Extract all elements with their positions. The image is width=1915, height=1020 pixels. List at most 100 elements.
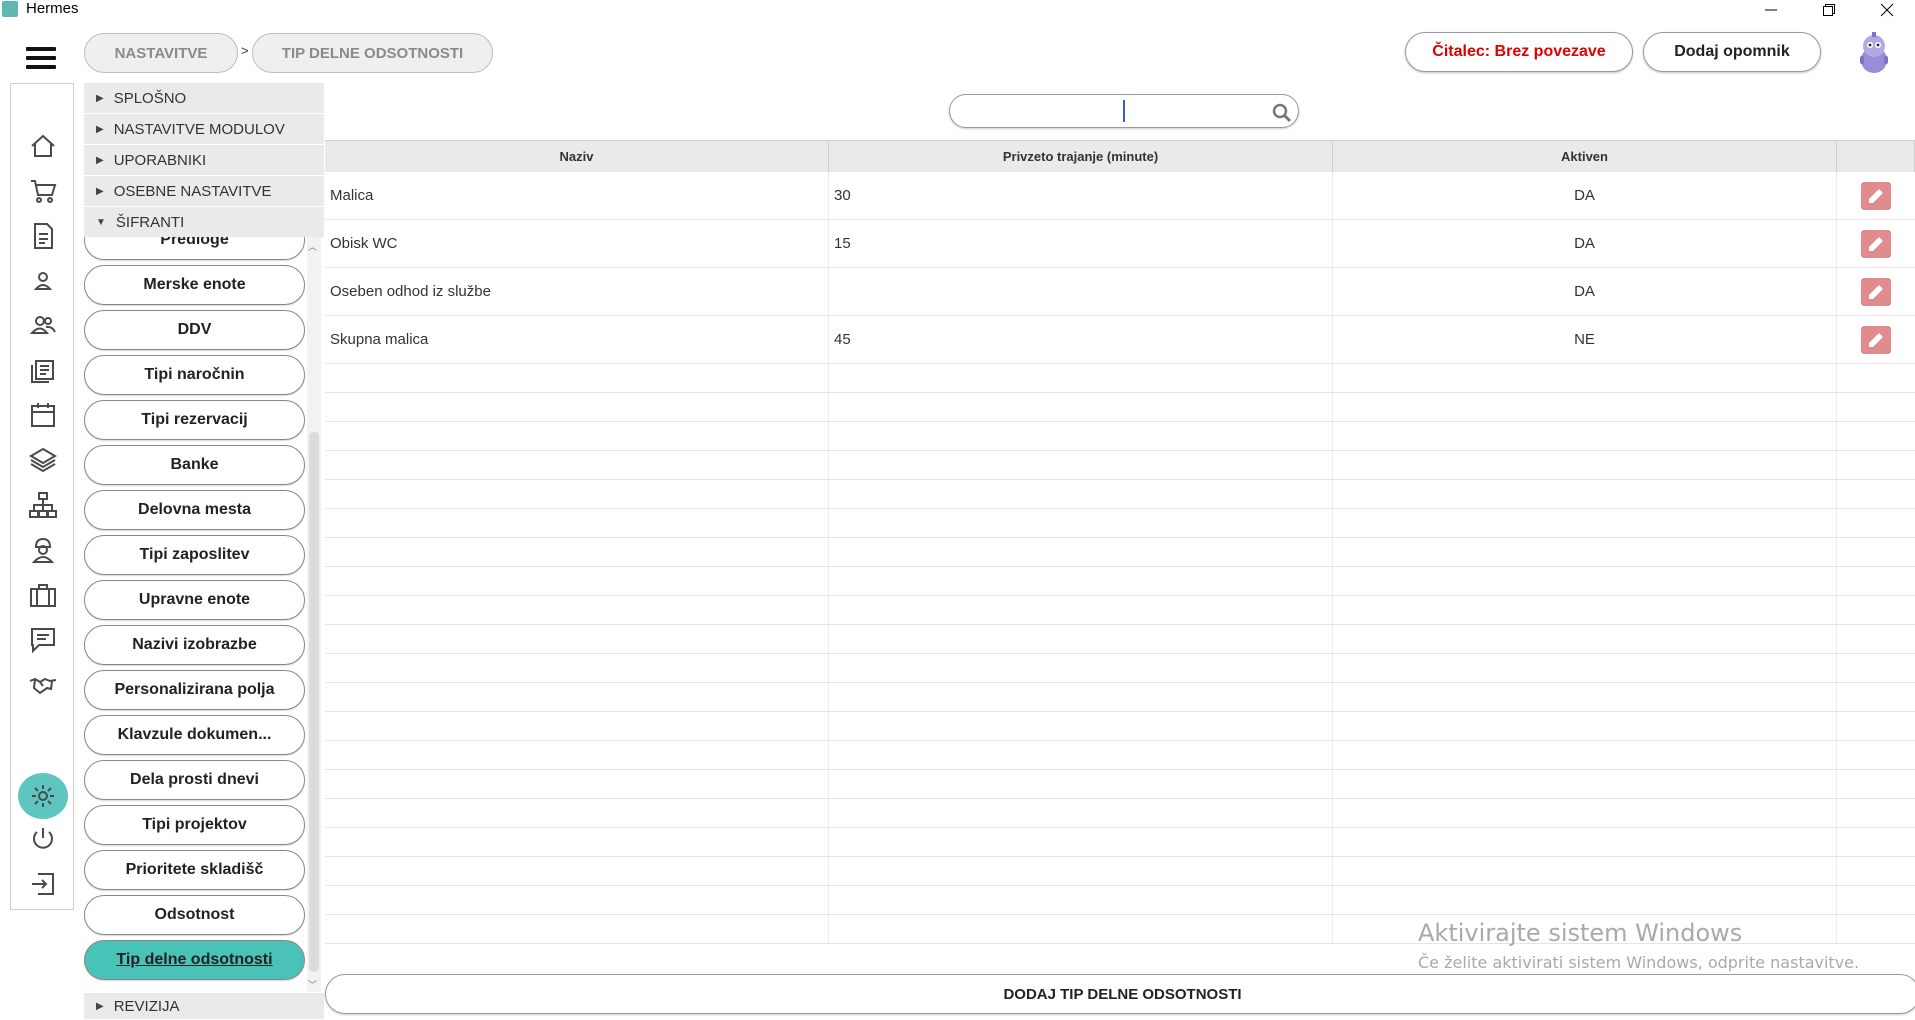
close-icon[interactable] [1858, 0, 1915, 20]
codebook-item[interactable]: Tipi zaposlitev [84, 535, 305, 575]
expand-triangle-icon: ▶ [96, 154, 104, 166]
edit-button[interactable] [1861, 277, 1891, 306]
expand-triangle-icon: ▶ [96, 92, 104, 104]
empty-table-row [325, 654, 1915, 683]
tree-section-label: NASTAVITVE MODULOV [113, 120, 285, 138]
empty-table-row [325, 422, 1915, 451]
cell-name: Oseben odhod iz službe [325, 268, 829, 315]
empty-table-row [325, 683, 1915, 712]
cell-duration: 15 [829, 220, 1333, 267]
codebook-item[interactable]: Predloge [84, 237, 305, 260]
windows-activation-watermark-title: Aktivirajte sistem Windows [1418, 919, 1743, 947]
pencil-icon [1869, 332, 1883, 347]
codebook-item[interactable]: Personalizirana polja [84, 670, 305, 710]
pencil-icon [1869, 188, 1883, 203]
cell-active: DA [1333, 220, 1837, 267]
codebook-item[interactable]: Upravne enote [84, 580, 305, 620]
empty-table-row [325, 596, 1915, 625]
power-icon[interactable] [26, 822, 60, 856]
tree-section-label: ŠIFRANTI [115, 213, 185, 231]
edit-button[interactable] [1861, 325, 1891, 354]
table-row[interactable]: Oseben odhod iz službe DA [325, 268, 1915, 316]
column-header-duration[interactable]: Privzeto trajanje (minute) [829, 141, 1333, 172]
chat-icon[interactable] [26, 623, 60, 657]
codebook-item[interactable]: Nazivi izobrazbe [84, 625, 305, 665]
minimize-icon[interactable] [1742, 0, 1800, 20]
empty-table-row [325, 741, 1915, 770]
cell-actions [1837, 220, 1915, 267]
table-row[interactable]: Malica 30 DA [325, 172, 1915, 220]
codebook-item[interactable]: Merske enote [84, 265, 305, 305]
codebook-item[interactable]: Tipi naročnin [84, 355, 305, 395]
column-header-actions [1837, 141, 1915, 172]
scroll-up-icon[interactable]: ︿ [308, 240, 317, 253]
hamburger-menu-icon[interactable] [26, 47, 58, 69]
table-row[interactable]: Skupna malica 45 NE [325, 316, 1915, 364]
cell-actions [1837, 172, 1915, 219]
calendar-icon[interactable] [26, 398, 60, 432]
avatar[interactable] [1854, 30, 1894, 74]
table-row[interactable]: Obisk WC 15 DA [325, 220, 1915, 268]
reader-status-button[interactable]: Čitalec: Brez povezave [1405, 32, 1633, 72]
codebook-item[interactable]: DDV [84, 310, 305, 350]
tree-section-general[interactable]: ▶ SPLOŠNO [84, 83, 324, 114]
codebook-item[interactable]: Tipi rezervacij [84, 400, 305, 440]
home-icon[interactable] [26, 129, 60, 163]
cell-duration [829, 268, 1333, 315]
edit-button[interactable] [1861, 229, 1891, 258]
restore-icon[interactable] [1800, 0, 1858, 20]
codebook-item[interactable]: Banke [84, 445, 305, 485]
tree-section-users[interactable]: ▶ UPORABNIKI [84, 145, 324, 176]
network-icon[interactable] [26, 488, 60, 522]
tree-section-revision[interactable]: ▶ REVIZIJA [84, 993, 324, 1020]
empty-table-row [325, 886, 1915, 915]
edit-button[interactable] [1861, 181, 1891, 210]
codebook-item[interactable]: Delovna mesta [84, 490, 305, 530]
window-titlebar [0, 0, 1915, 20]
search-icon[interactable] [1272, 103, 1292, 123]
collapse-triangle-icon: ▼ [96, 216, 106, 228]
cart-icon[interactable] [26, 174, 60, 208]
cell-name: Obisk WC [325, 220, 829, 267]
empty-table-row [325, 857, 1915, 886]
breadcrumb-settings[interactable]: NASTAVITVE [84, 33, 238, 73]
column-header-active[interactable]: Aktiven [1333, 141, 1837, 172]
cell-name: Malica [325, 172, 829, 219]
column-header-name[interactable]: Naziv [325, 141, 829, 172]
layers-icon[interactable] [26, 443, 60, 477]
tree-section-modules[interactable]: ▶ NASTAVITVE MODULOV [84, 114, 324, 145]
codebook-item[interactable]: Tipi projektov [84, 805, 305, 845]
list-scrollbar-thumb[interactable] [309, 432, 319, 972]
cell-name: Skupna malica [325, 316, 829, 363]
empty-table-row [325, 509, 1915, 538]
settings-tree: ▶ SPLOŠNO ▶ NASTAVITVE MODULOV ▶ UPORABNIKI… [84, 83, 324, 238]
scroll-down-icon[interactable]: ﹀ [308, 978, 317, 991]
document-icon[interactable] [26, 219, 60, 253]
breadcrumb-current[interactable]: TIP DELNE ODSOTNOSTI [252, 33, 493, 73]
tree-section-revision-wrap: ▶ REVIZIJA [84, 993, 324, 1020]
cell-active: DA [1333, 268, 1837, 315]
user-icon[interactable] [26, 264, 60, 298]
add-partial-absence-type-button[interactable]: DODAJ TIP DELNE ODSOTNOSTI [325, 974, 1915, 1014]
codebook-item[interactable]: Klavzule dokumen... [84, 715, 305, 755]
codebook-item[interactable]: Dela prosti dnevi [84, 760, 305, 800]
codebook-item[interactable]: Tip delne odsotnosti [84, 940, 305, 980]
codebook-list: Predloge Merske enote DDV Tipi naročnin Tipi… [84, 237, 324, 992]
add-reminder-button[interactable]: Dodaj opomnik [1643, 32, 1821, 72]
worker-icon[interactable] [26, 533, 60, 567]
empty-table-row [325, 625, 1915, 654]
handshake-icon[interactable] [26, 668, 60, 702]
settings-icon[interactable] [18, 773, 68, 819]
codebook-item[interactable]: Prioritete skladišč [84, 850, 305, 890]
list-icon[interactable] [26, 353, 60, 387]
expand-triangle-icon: ▶ [96, 1000, 104, 1012]
tree-section-personal[interactable]: ▶ OSEBNE NASTAVITVE [84, 176, 324, 207]
users-icon[interactable] [26, 308, 60, 342]
codebook-item[interactable]: Odsotnost [84, 895, 305, 935]
tree-section-codebooks[interactable]: ▼ ŠIFRANTI [84, 207, 324, 238]
windows-activation-watermark-subtitle: Če želite aktivirati sistem Windows, odp… [1418, 953, 1860, 972]
logout-icon[interactable] [26, 867, 60, 901]
empty-table-row [325, 393, 1915, 422]
briefcase-icon[interactable] [26, 578, 60, 612]
tree-section-label: UPORABNIKI [113, 151, 207, 169]
